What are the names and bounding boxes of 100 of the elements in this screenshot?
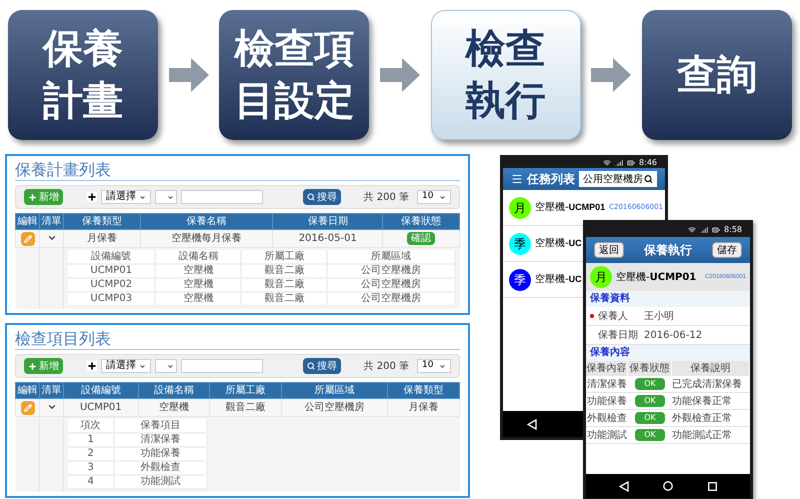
avatar-badge: 月 bbox=[509, 196, 531, 218]
table-cell: 2016-05-01 bbox=[298, 232, 357, 244]
table-cell: UCMP01 bbox=[80, 402, 122, 412]
section-title: 保養內容 bbox=[586, 345, 750, 361]
screen-title: 保養執行 bbox=[644, 242, 692, 259]
field-label: 保養人 bbox=[598, 310, 629, 324]
column-header: 保養內容 bbox=[586, 361, 628, 376]
column-header: 編輯 bbox=[16, 382, 40, 398]
search-field[interactable] bbox=[181, 359, 263, 373]
caret-icon bbox=[139, 194, 146, 200]
table-cell: 觀音二廠 bbox=[264, 279, 304, 290]
screen-title: 任務列表 bbox=[527, 171, 575, 188]
step-label: 執行 bbox=[466, 77, 546, 125]
step-label: 目設定 bbox=[234, 77, 354, 125]
step-label: 保養 bbox=[43, 25, 123, 73]
search-button[interactable]: 搜尋 bbox=[303, 189, 341, 205]
menu-icon[interactable] bbox=[511, 173, 523, 185]
record-count: 共 200 筆 bbox=[364, 360, 409, 374]
table-cell: 外觀檢查正常 bbox=[672, 410, 750, 427]
step-box[interactable]: 檢查項 目設定 bbox=[219, 10, 370, 140]
back-button[interactable]: 返回 bbox=[594, 242, 624, 258]
search-field[interactable] bbox=[181, 190, 263, 204]
plus-icon[interactable] bbox=[87, 361, 97, 371]
wifi-icon bbox=[603, 159, 612, 167]
table-cell: 公司空壓機房 bbox=[360, 265, 421, 276]
clock: 8:58 bbox=[724, 226, 742, 234]
table-cell: 空壓機每月保養 bbox=[171, 232, 242, 244]
table-cell: UCMP01 bbox=[90, 265, 132, 276]
filter-select[interactable]: 請選擇 bbox=[101, 190, 151, 204]
table-cell: 2 bbox=[87, 448, 94, 459]
task-name[interactable]: 空壓機-UC bbox=[535, 236, 582, 251]
back-icon[interactable] bbox=[527, 418, 537, 430]
search-button[interactable]: 搜尋 bbox=[303, 358, 341, 374]
column-header: 保養說明 bbox=[672, 361, 750, 376]
pencil-icon bbox=[24, 404, 32, 412]
column-header: 保養類型 bbox=[388, 382, 460, 398]
table-cell: 功能測試 bbox=[586, 427, 628, 444]
table-cell: 外觀檢查 bbox=[586, 410, 628, 427]
page-size-select[interactable]: 10 bbox=[417, 190, 451, 204]
column-header: 項次 bbox=[80, 420, 101, 430]
clock: 8:46 bbox=[639, 159, 657, 167]
table-cell: 空壓機 bbox=[158, 402, 189, 412]
plus-icon bbox=[28, 362, 37, 370]
column-header: 設備名稱 bbox=[138, 382, 210, 398]
table-cell: 4 bbox=[87, 476, 94, 487]
plus-icon[interactable] bbox=[87, 192, 97, 202]
step-label: 檢查項 bbox=[234, 25, 354, 73]
arrow-icon bbox=[380, 58, 420, 92]
battery-icon bbox=[712, 226, 720, 234]
table-cell: 公司空壓機房 bbox=[360, 279, 421, 290]
table-cell: 月保養 bbox=[86, 232, 117, 244]
table-cell: 清潔保養 bbox=[586, 376, 628, 393]
table-cell: 3 bbox=[87, 462, 94, 473]
step-box[interactable]: 查詢 bbox=[642, 10, 792, 140]
step-box[interactable]: 檢查 執行 bbox=[430, 10, 581, 140]
equipment-name: 空壓機-UCMP01 bbox=[616, 270, 696, 284]
column-header: 設備名稱 bbox=[178, 250, 218, 262]
recents-icon[interactable] bbox=[708, 482, 717, 490]
search-icon bbox=[307, 362, 315, 370]
column-header: 保養類型 bbox=[64, 214, 140, 230]
avatar-badge: 季 bbox=[509, 232, 531, 254]
table-cell: 公司空壓機房 bbox=[360, 293, 421, 304]
avatar-badge: 月 bbox=[590, 266, 612, 288]
column-header: 保養狀態 bbox=[382, 214, 460, 230]
section-title: 保養資料 bbox=[586, 291, 750, 307]
task-name[interactable]: 空壓機-UCMP01 bbox=[535, 200, 606, 215]
back-icon[interactable] bbox=[619, 480, 630, 492]
wifi-icon bbox=[688, 226, 696, 234]
page-size-select[interactable]: 10 bbox=[417, 359, 451, 373]
column-header: 所屬區域 bbox=[370, 250, 411, 262]
column-header: 所屬工廠 bbox=[210, 382, 282, 398]
search-icon bbox=[644, 174, 653, 184]
filter-select[interactable]: 請選擇 bbox=[101, 359, 151, 373]
caret-icon bbox=[439, 194, 446, 200]
step-label: 計畫 bbox=[43, 77, 123, 125]
step-label: 查詢 bbox=[676, 51, 757, 99]
arrow-icon bbox=[591, 58, 632, 92]
table-cell: 空壓機 bbox=[183, 293, 214, 304]
search-icon bbox=[307, 193, 315, 201]
caret-icon bbox=[167, 362, 174, 370]
field-value: 2016-06-12 bbox=[644, 328, 702, 342]
table-cell: UCMP02 bbox=[90, 279, 132, 290]
field-label: 保養日期 bbox=[598, 328, 639, 342]
panel-title: 檢查項目列表 bbox=[15, 329, 460, 350]
table-cell: 月保養 bbox=[408, 402, 439, 412]
table-cell: 空壓機 bbox=[183, 265, 214, 276]
table-cell: UCMP03 bbox=[90, 293, 132, 304]
step-box[interactable]: 保養 計畫 bbox=[8, 10, 158, 140]
save-button[interactable]: 儲存 bbox=[712, 242, 742, 258]
table-cell: 1 bbox=[87, 434, 94, 445]
pencil-icon bbox=[24, 234, 32, 242]
panel-title: 保養計畫列表 bbox=[15, 160, 460, 181]
home-icon[interactable] bbox=[663, 481, 674, 491]
table-cell: 觀音二廠 bbox=[225, 402, 266, 412]
record-count: 共 200 筆 bbox=[364, 190, 409, 204]
table-cell: 公司空壓機房 bbox=[304, 402, 365, 412]
column-header: 保養名稱 bbox=[140, 214, 273, 230]
search-field[interactable]: 公用空壓機房 bbox=[579, 171, 657, 187]
signal-icon bbox=[615, 159, 624, 167]
task-name[interactable]: 空壓機-UC bbox=[535, 272, 582, 287]
